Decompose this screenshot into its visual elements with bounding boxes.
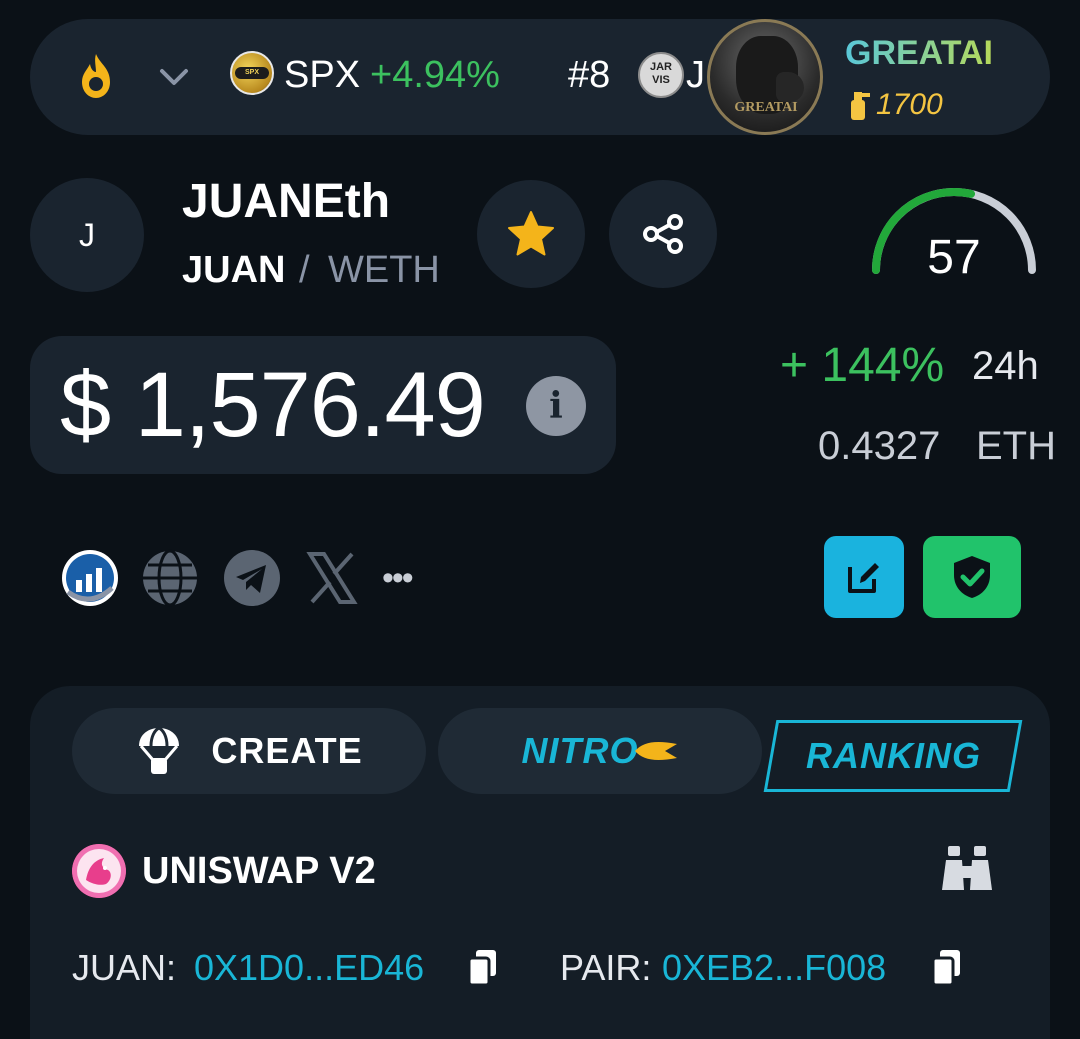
dex-name: UNISWAP V2 <box>142 850 376 892</box>
pair-separator: / <box>299 249 310 291</box>
binoculars-icon[interactable] <box>940 846 994 894</box>
ticker-rank[interactable]: #8 <box>568 52 610 98</box>
share-icon <box>643 214 683 254</box>
share-button[interactable] <box>609 180 717 288</box>
ranking-button[interactable]: RANKING <box>763 720 1023 792</box>
globe-icon[interactable] <box>140 548 200 608</box>
pair-address[interactable]: 0XEB2...F008 <box>662 946 886 990</box>
price-change: + 144% <box>780 339 945 392</box>
create-label: CREATE <box>211 730 363 771</box>
token-address-label: JUAN: <box>72 947 177 988</box>
uniswap-logo-icon <box>72 844 126 898</box>
price-change-period: 24h <box>972 344 1039 388</box>
promo-avatar-tag: GREATAI <box>734 100 798 115</box>
copy-icon[interactable] <box>930 948 964 988</box>
chevron-down-icon[interactable] <box>154 62 194 92</box>
score-value: 57 <box>927 231 981 284</box>
ticker-rank-tail: J <box>686 54 705 96</box>
price-eth-value: 0.4327 <box>818 424 941 468</box>
info-icon[interactable]: i <box>526 376 586 436</box>
token-address[interactable]: 0X1D0...ED46 <box>194 946 424 990</box>
price-usd: $ 1,576.49 <box>60 354 486 456</box>
flame-icon[interactable] <box>70 50 122 102</box>
spray-icon <box>851 92 870 120</box>
promo-score: 1700 <box>876 88 943 121</box>
spx-coin-icon: SPX <box>230 51 274 95</box>
airdrop-icon <box>139 726 180 774</box>
edit-icon <box>848 563 879 593</box>
ticker-change: +4.94% <box>370 54 500 96</box>
promo-avatar[interactable]: GREATAI <box>707 19 823 135</box>
create-button[interactable]: CREATE <box>72 708 426 794</box>
jarvis-logo-icon: JAR VIS <box>638 52 684 98</box>
token-quote-symbol: WETH <box>328 249 440 291</box>
nitro-flame-icon <box>634 742 677 760</box>
more-icon[interactable]: ••• <box>382 556 414 600</box>
edit-button[interactable] <box>824 536 904 618</box>
ticker-symbol[interactable]: SPX <box>284 52 360 98</box>
nitro-button[interactable]: NITRO <box>438 708 762 794</box>
favorite-button[interactable] <box>477 180 585 288</box>
token-name: JUANEth <box>182 175 391 228</box>
token-avatar: J <box>30 178 144 292</box>
nitro-label: NITRO <box>521 730 639 771</box>
price-eth-unit: ETH <box>976 424 1056 468</box>
star-icon <box>508 211 554 256</box>
audit-button[interactable] <box>923 536 1021 618</box>
token-base-symbol: JUAN <box>182 249 286 291</box>
ranking-label: RANKING <box>805 735 981 776</box>
x-icon[interactable] <box>302 548 362 608</box>
copy-icon[interactable] <box>466 948 500 988</box>
shield-check-icon <box>954 556 990 598</box>
chart-logo-icon[interactable] <box>60 548 120 608</box>
pair-address-label: PAIR: <box>560 947 652 988</box>
promo-name[interactable]: GREATAI <box>845 32 993 74</box>
telegram-icon[interactable] <box>222 548 282 608</box>
